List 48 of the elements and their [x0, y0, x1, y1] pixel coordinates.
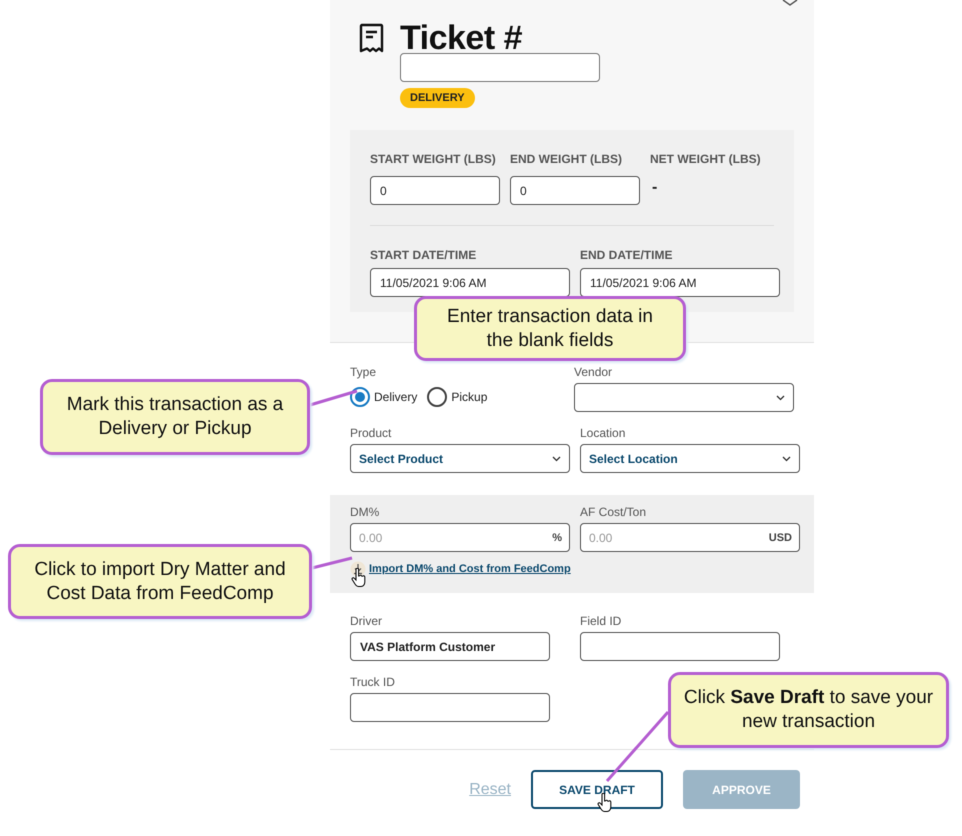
callout-text: Enter transaction data in the blank fields: [414, 296, 686, 361]
input-field[interactable]: 11/05/2021 9:06 AM: [580, 268, 780, 297]
field-label: START WEIGHT (LBS): [370, 151, 497, 168]
input-field[interactable]: [580, 632, 780, 661]
field-label: START DATE/TIME: [370, 247, 478, 264]
input-field[interactable]: 11/05/2021 9:06 AM: [370, 268, 570, 297]
dropdown[interactable]: [574, 383, 794, 412]
field-label: Type: [350, 364, 378, 381]
input-field[interactable]: [350, 693, 550, 722]
callout-text: Mark this transaction as a Delivery or Pickup: [40, 379, 310, 455]
save-draft-button[interactable]: SAVE DRAFT: [531, 770, 663, 809]
field-label: Truck ID: [350, 674, 396, 691]
radio-option[interactable]: Pickup: [427, 387, 488, 407]
field-label: END DATE/TIME: [580, 247, 674, 264]
chevron-down-icon: [552, 456, 561, 462]
dropdown[interactable]: Select Location: [580, 444, 800, 473]
field-label: DM%: [350, 504, 380, 521]
leader-line: [312, 556, 352, 570]
field-label: AF Cost/Ton: [580, 504, 648, 521]
type-badge: DELIVERY: [400, 88, 475, 108]
radio-option[interactable]: Delivery: [350, 387, 418, 407]
chevron-down-icon: [776, 394, 785, 400]
field-label: Vendor: [574, 364, 614, 381]
field-label: Product: [350, 425, 392, 442]
unit-label: %: [552, 531, 562, 546]
close-icon[interactable]: [782, 0, 798, 6]
chevron-down-icon: [782, 456, 791, 462]
import-link[interactable]: Import DM% and Cost from FeedComp: [369, 561, 571, 578]
input-field[interactable]: VAS Platform Customer: [350, 632, 550, 661]
field-label: Location: [580, 425, 626, 442]
field-label: Driver: [350, 613, 383, 630]
receipt-icon: [358, 23, 386, 53]
unit-label: USD: [768, 531, 792, 546]
dropdown[interactable]: Select Product: [350, 444, 570, 473]
hand-cursor-icon: [597, 793, 613, 813]
field-label: END WEIGHT (LBS): [510, 151, 623, 168]
leader-line: [310, 390, 358, 406]
leader-line: [606, 711, 670, 782]
callout-text: Click to import Dry Matter and Cost Data from FeedComp: [8, 544, 312, 619]
hand-cursor-icon: [351, 568, 367, 588]
input-field[interactable]: 0: [370, 176, 500, 205]
input-field[interactable]: 0: [510, 176, 640, 205]
field-label: NET WEIGHT (LBS): [650, 151, 761, 168]
callout-text: Click Save Draft to save your new transaction: [668, 672, 949, 748]
net-weight-value: -: [651, 178, 658, 198]
field-label: Field ID: [580, 613, 622, 630]
ticket-title: Ticket #: [400, 20, 524, 56]
input-field[interactable]: [400, 53, 600, 82]
